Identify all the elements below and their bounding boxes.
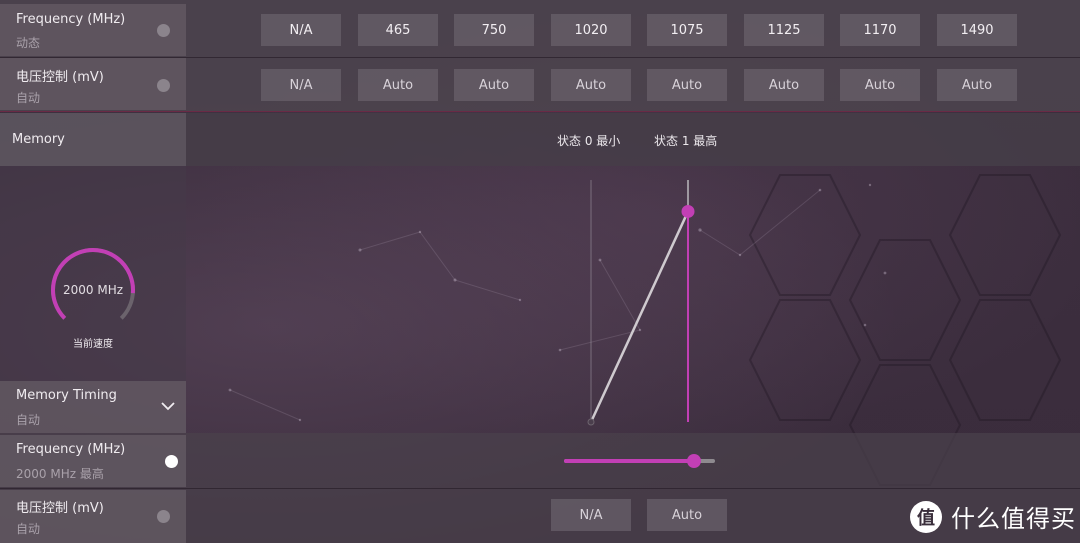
memory-section-header: Memory 状态 0 最小 状态 1 最高 [0, 113, 1080, 166]
memory-frequency-title: Frequency (MHz) [16, 442, 126, 457]
slider-thumb[interactable] [686, 454, 701, 468]
state-curve-line [589, 210, 690, 423]
gpu-voltage-subtitle: 自动 [16, 91, 41, 105]
gpu-frequency-state-3[interactable]: 1020 [551, 14, 631, 46]
gauge-value-text: 2000 MHz [62, 283, 124, 297]
gpu-frequency-state-2[interactable]: 750 [454, 14, 534, 46]
gpu-frequency-title: Frequency (MHz) [16, 12, 126, 27]
memory-timing-subtitle: 自动 [16, 413, 41, 427]
gpu-frequency-state-4[interactable]: 1075 [647, 14, 727, 46]
memory-frequency-toggle[interactable] [165, 455, 178, 468]
gpu-frequency-state-7[interactable]: 1490 [937, 14, 1017, 46]
memory-voltage-state-0[interactable]: N/A [551, 499, 631, 531]
watermark-text: 什么值得买 [951, 505, 1076, 533]
gpu-voltage-state-6[interactable]: Auto [840, 69, 920, 101]
memory-voltage-toggle[interactable] [157, 510, 170, 523]
gpu-voltage-state-3[interactable]: Auto [551, 69, 631, 101]
memory-speed-gauge-panel: 2000 MHz 当前速度 [0, 166, 186, 382]
row-divider [0, 488, 1080, 489]
watermark: 值 什么值得买 [910, 499, 1076, 534]
gpu-frequency-subtitle: 动态 [16, 36, 41, 50]
gpu-voltage-state-4[interactable]: Auto [647, 69, 727, 101]
gpu-frequency-toggle[interactable] [157, 24, 170, 37]
gpu-voltage-title: 电压控制 (mV) [16, 70, 104, 85]
gpu-voltage-state-7[interactable]: Auto [937, 69, 1017, 101]
gauge-caption: 当前速度 [73, 339, 113, 350]
memory-timing-title: Memory Timing [16, 388, 117, 403]
memory-state-0-label: 状态 0 最小 [557, 134, 621, 148]
state-1-handle[interactable] [681, 204, 695, 218]
gpu-voltage-state-2[interactable]: Auto [454, 69, 534, 101]
gpu-frequency-state-0[interactable]: N/A [261, 14, 341, 46]
memory-header-left: Memory [0, 113, 186, 166]
memory-frequency-slider[interactable] [564, 454, 715, 468]
memory-title: Memory [12, 132, 65, 147]
gpu-voltage-state-5[interactable]: Auto [744, 69, 824, 101]
memory-voltage-subtitle: 自动 [16, 522, 41, 536]
chevron-down-icon[interactable] [160, 398, 176, 414]
gpu-frequency-row-label: Frequency (MHz) 动态 [0, 4, 186, 56]
slider-fill [564, 459, 694, 463]
memory-voltage-state-1[interactable]: Auto [647, 499, 727, 531]
gpu-voltage-row-label: 电压控制 (mV) 自动 [0, 58, 186, 110]
memory-frequency-row-label: Frequency (MHz) 2000 MHz 最高 [0, 435, 186, 487]
memory-voltage-row-label: 电压控制 (mV) 自动 [0, 490, 186, 543]
gpu-voltage-state-0[interactable]: N/A [261, 69, 341, 101]
memory-timing-dropdown[interactable]: Memory Timing 自动 [0, 381, 186, 433]
memory-voltage-title: 电压控制 (mV) [16, 501, 104, 516]
watermark-badge-icon: 值 [910, 500, 942, 533]
gpu-voltage-toggle[interactable] [157, 79, 170, 92]
memory-state-curve [587, 180, 695, 426]
memory-frequency-subtitle: 2000 MHz 最高 [16, 467, 104, 481]
gpu-frequency-state-5[interactable]: 1125 [744, 14, 824, 46]
gpu-frequency-state-6[interactable]: 1170 [840, 14, 920, 46]
state-0-point [587, 418, 595, 426]
gpu-voltage-state-1[interactable]: Auto [358, 69, 438, 101]
gpu-frequency-state-1[interactable]: 465 [358, 14, 438, 46]
memory-state-1-label: 状态 1 最高 [654, 134, 718, 148]
